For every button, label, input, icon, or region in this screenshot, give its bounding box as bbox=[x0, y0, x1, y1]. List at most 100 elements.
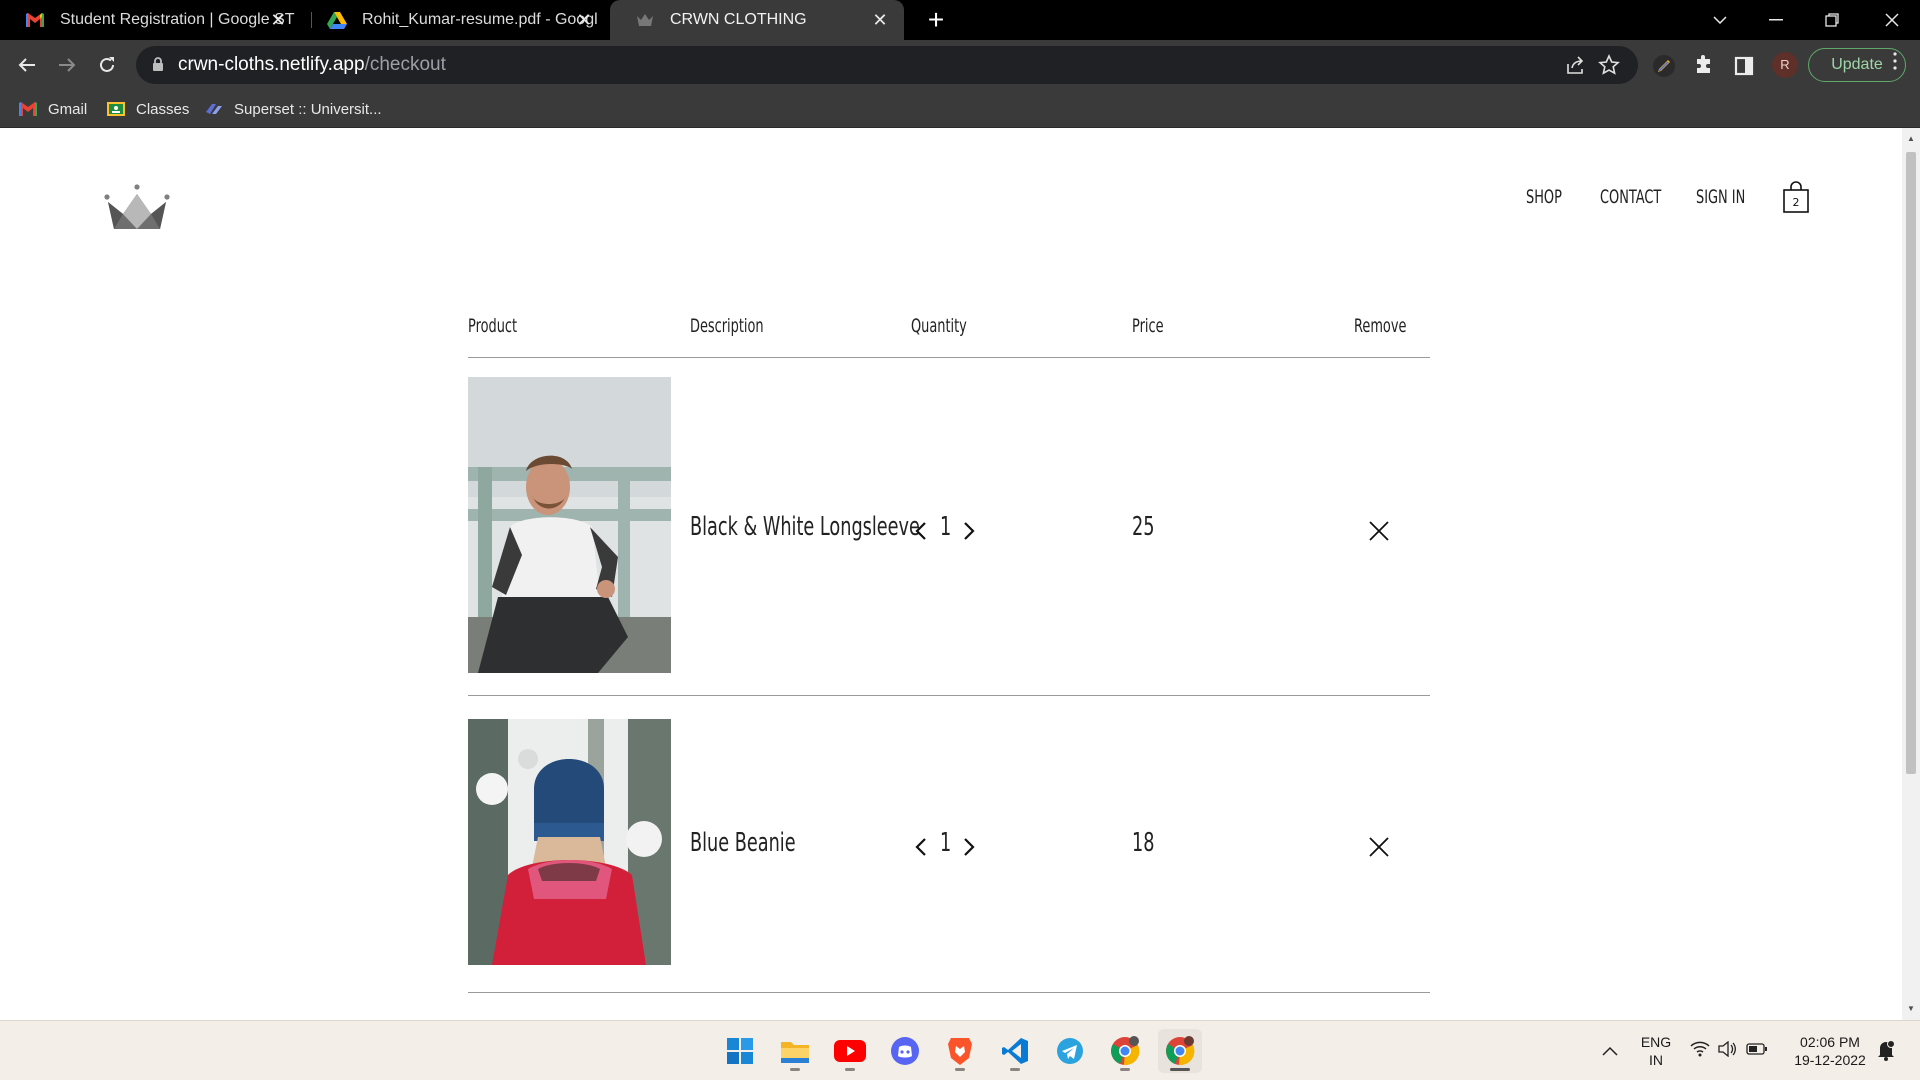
wifi-icon[interactable] bbox=[1690, 1041, 1710, 1062]
nav-shop-link[interactable]: SHOP bbox=[1526, 186, 1579, 216]
running-indicator bbox=[790, 1068, 800, 1071]
increase-quantity-icon[interactable] bbox=[959, 831, 979, 863]
gmail-icon bbox=[18, 101, 38, 117]
vscode-icon[interactable] bbox=[993, 1029, 1037, 1073]
clock-time: 02:06 PM bbox=[1800, 1034, 1860, 1050]
scroll-up-icon[interactable]: ▲ bbox=[1906, 134, 1916, 144]
browser-toolbar: crwn-cloths.netlify.app/checkout R Updat… bbox=[0, 40, 1920, 90]
quantity-stepper: 1 bbox=[911, 511, 991, 551]
running-indicator bbox=[955, 1068, 965, 1071]
browser-tab-strip: Student Registration | Google ST ✕ Rohit… bbox=[0, 0, 1920, 40]
lock-icon[interactable] bbox=[152, 56, 166, 74]
notification-bell-icon[interactable] bbox=[1876, 1039, 1896, 1066]
restore-icon[interactable] bbox=[1804, 0, 1860, 40]
windows-start-icon[interactable] bbox=[718, 1029, 762, 1073]
google-drive-icon bbox=[326, 11, 348, 29]
chrome-profile-icon[interactable] bbox=[1158, 1029, 1202, 1073]
tray-chevron-icon[interactable] bbox=[1602, 1043, 1618, 1061]
tab-resume-pdf[interactable]: Rohit_Kumar-resume.pdf - Googl ✕ bbox=[302, 0, 608, 40]
file-explorer-icon[interactable] bbox=[773, 1029, 817, 1073]
row-divider bbox=[468, 695, 1430, 696]
item-description: Blue Beanie bbox=[690, 828, 796, 858]
clock[interactable]: 02:06 PM 19-12-2022 bbox=[1788, 1033, 1872, 1069]
active-indicator bbox=[1170, 1068, 1190, 1071]
quantity-value: 1 bbox=[940, 828, 952, 858]
extension-pen-icon[interactable] bbox=[1652, 54, 1676, 78]
man-in-longsleeve-photo bbox=[468, 377, 671, 673]
minimize-icon[interactable] bbox=[1748, 0, 1804, 40]
bookmark-label: Gmail bbox=[48, 100, 88, 118]
forward-arrow-icon[interactable] bbox=[52, 50, 82, 80]
nav-contact-label: CONTACT bbox=[1600, 186, 1662, 208]
classroom-icon bbox=[106, 101, 126, 117]
close-window-icon[interactable] bbox=[1864, 0, 1920, 40]
url-host: crwn-cloths.netlify.app bbox=[178, 54, 365, 75]
close-tab-icon[interactable]: ✕ bbox=[870, 10, 890, 30]
nav-signin-link[interactable]: SIGN IN bbox=[1696, 186, 1768, 216]
scroll-down-icon[interactable]: ▼ bbox=[1906, 1004, 1916, 1014]
extensions-puzzle-icon[interactable] bbox=[1692, 54, 1716, 78]
item-price: 18 bbox=[1132, 828, 1155, 858]
tab-title: CRWN CLOTHING bbox=[670, 11, 807, 28]
url-text[interactable]: crwn-cloths.netlify.app/checkout bbox=[178, 54, 446, 76]
volume-icon[interactable] bbox=[1718, 1040, 1736, 1062]
header-price: Price bbox=[1132, 315, 1164, 337]
woman-in-blue-beanie-photo bbox=[468, 719, 671, 965]
profile-avatar[interactable]: R bbox=[1772, 52, 1798, 78]
gmail-icon bbox=[24, 11, 46, 29]
bookmark-label: Classes bbox=[136, 100, 190, 118]
item-price: 25 bbox=[1132, 512, 1155, 542]
bookmark-gmail[interactable]: Gmail bbox=[18, 90, 87, 128]
remove-item-icon[interactable] bbox=[1368, 836, 1390, 858]
header-description: Description bbox=[690, 315, 764, 337]
side-panel-icon[interactable] bbox=[1732, 54, 1756, 78]
chrome-icon[interactable] bbox=[1103, 1029, 1147, 1073]
battery-icon[interactable] bbox=[1746, 1042, 1768, 1061]
discord-icon[interactable] bbox=[883, 1029, 927, 1073]
crown-icon bbox=[634, 11, 656, 29]
language-indicator[interactable]: ENG IN bbox=[1636, 1033, 1676, 1069]
language-code: ENG bbox=[1640, 1034, 1672, 1050]
share-icon[interactable] bbox=[1564, 54, 1586, 76]
bookmark-label: Superset :: Universit... bbox=[234, 100, 382, 118]
bookmark-star-icon[interactable] bbox=[1598, 54, 1620, 76]
close-tab-icon[interactable]: ✕ bbox=[574, 10, 594, 30]
new-tab-button[interactable]: + bbox=[922, 6, 950, 34]
youtube-icon[interactable] bbox=[828, 1029, 872, 1073]
remove-item-icon[interactable] bbox=[1368, 520, 1390, 542]
clock-date: 19-12-2022 bbox=[1794, 1052, 1866, 1068]
more-menu-icon[interactable] bbox=[1893, 52, 1899, 78]
page-scrollbar[interactable]: ▲ ▼ bbox=[1902, 128, 1920, 1020]
scrollbar-thumb[interactable] bbox=[1906, 152, 1916, 774]
decrease-quantity-icon[interactable] bbox=[911, 831, 931, 863]
close-tab-icon[interactable]: ✕ bbox=[268, 10, 288, 30]
url-path: /checkout bbox=[364, 54, 446, 75]
running-indicator bbox=[1010, 1068, 1020, 1071]
bookmark-superset[interactable]: Superset :: Universit... bbox=[204, 90, 382, 128]
row-divider bbox=[468, 992, 1430, 993]
telegram-icon[interactable] bbox=[1048, 1029, 1092, 1073]
back-arrow-icon[interactable] bbox=[12, 50, 42, 80]
checkout-item: Blue Beanie 1 18 bbox=[468, 719, 1430, 993]
crown-logo[interactable] bbox=[104, 182, 170, 238]
cart-item-count: 2 bbox=[1792, 196, 1800, 209]
tab-crwn-clothing[interactable]: CRWN CLOTHING ✕ bbox=[610, 0, 904, 40]
checkout-item: Black & White Longsleeve 1 25 bbox=[468, 377, 1430, 696]
nav-contact-link[interactable]: CONTACT bbox=[1600, 186, 1690, 216]
address-bar[interactable]: crwn-cloths.netlify.app/checkout bbox=[136, 46, 1638, 84]
checkout-page: SHOP CONTACT SIGN IN 2 Product Descripti… bbox=[0, 128, 1902, 1020]
brave-icon[interactable] bbox=[938, 1029, 982, 1073]
increase-quantity-icon[interactable] bbox=[959, 515, 979, 547]
bookmark-classes[interactable]: Classes bbox=[106, 90, 189, 128]
superset-icon bbox=[204, 101, 224, 117]
windows-taskbar: ENG IN 02:06 PM 19-12-2022 bbox=[0, 1020, 1920, 1080]
reload-icon[interactable] bbox=[92, 50, 122, 80]
tab-student-registration[interactable]: Student Registration | Google ST ✕ bbox=[0, 0, 302, 40]
update-button[interactable]: Update bbox=[1808, 48, 1906, 82]
header-divider bbox=[468, 357, 1430, 358]
decrease-quantity-icon[interactable] bbox=[911, 515, 931, 547]
header-quantity: Quantity bbox=[911, 315, 967, 337]
tab-search-chevron-icon[interactable] bbox=[1692, 0, 1748, 40]
running-indicator bbox=[845, 1068, 855, 1071]
quantity-stepper: 1 bbox=[911, 827, 991, 867]
